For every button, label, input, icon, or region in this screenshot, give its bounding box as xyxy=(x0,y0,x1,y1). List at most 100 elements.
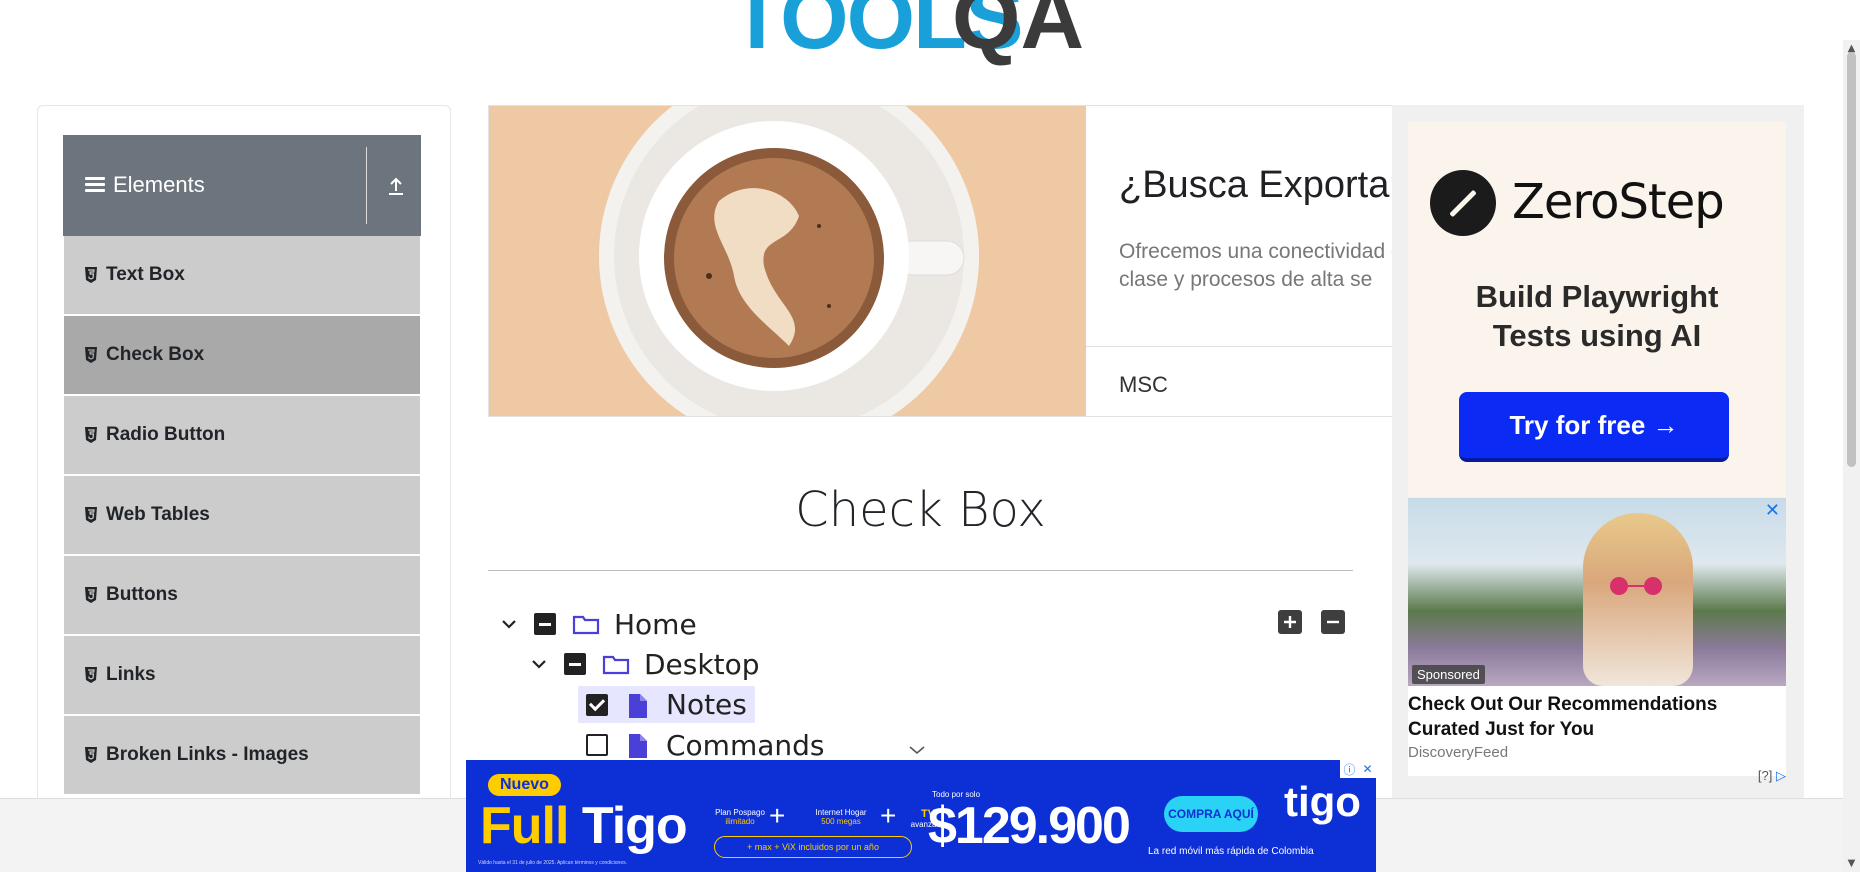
coffee-cup-image xyxy=(489,106,1086,416)
tigo-brand: tigo xyxy=(1284,778,1361,825)
tree-node-notes[interactable]: Notes xyxy=(578,686,755,723)
title-part: Tigo xyxy=(581,797,688,855)
banner-title: ¿Busca Exportar xyxy=(1119,164,1393,206)
sidebar-item-label: Web Tables xyxy=(106,504,210,525)
zerostep-brand: ZeroStep xyxy=(1512,174,1725,230)
file-icon xyxy=(624,733,652,758)
title-part: Full xyxy=(480,797,569,855)
title-divider xyxy=(488,570,1353,571)
compra-aqui-button[interactable]: COMPRA AQUÍ xyxy=(1164,796,1258,832)
plus-icon xyxy=(1284,616,1296,628)
tree-label[interactable]: Home xyxy=(614,608,697,641)
scrollbar-thumb[interactable] xyxy=(1847,52,1856,467)
price: $129.900 xyxy=(928,797,1131,855)
sidebar-item-broken-links[interactable]: Broken Links - Images xyxy=(64,716,420,794)
zerostep-tagline: Build Playwright Tests using AI xyxy=(1408,277,1786,355)
sidebar-item-radio-button[interactable]: Radio Button xyxy=(64,396,420,474)
sidebar-item-buttons[interactable]: Buttons xyxy=(64,556,420,634)
sidebar-item-check-box[interactable]: Check Box xyxy=(64,316,420,394)
banner-description: Ofrecemos una conectividad de clase y pr… xyxy=(1119,240,1393,291)
tree-node-home[interactable]: Home xyxy=(498,606,697,642)
zerostep-ad[interactable]: ZeroStep Build Playwright Tests using AI… xyxy=(1408,122,1786,497)
toolsqa-logo[interactable]: TOOLS QA xyxy=(730,0,1130,67)
sidebar-item-label: Links xyxy=(106,664,156,685)
tagline-line: Tests using AI xyxy=(1492,318,1702,353)
sponsored-headline[interactable]: Check Out Our Recommendations Curated Ju… xyxy=(1408,692,1786,742)
headline-line: Curated Just for You xyxy=(1408,719,1595,740)
html5-icon xyxy=(82,505,100,525)
folder-icon xyxy=(572,612,600,636)
woman-figure xyxy=(1583,513,1693,686)
internet-line: Internet Hogar xyxy=(815,808,867,817)
elements-menu: Text Box Check Box Radio Button Web Tabl… xyxy=(64,236,420,796)
fine-print: Válido hasta el 31 de julio de 2025. Apl… xyxy=(478,860,627,866)
adchoices-icon[interactable]: ⓘ xyxy=(1343,761,1355,778)
sidebar-item-label: Check Box xyxy=(106,344,205,365)
tree-label[interactable]: Desktop xyxy=(644,648,759,681)
headline-line: Check Out Our Recommendations xyxy=(1408,694,1718,715)
commands-checkbox[interactable] xyxy=(586,734,608,756)
plus-sign: + xyxy=(880,800,897,831)
page-title: Check Box xyxy=(795,482,1046,538)
chevron-down-icon[interactable] xyxy=(908,741,926,760)
adchoices-link[interactable]: [?] ▷ xyxy=(1758,768,1786,784)
internet-line: 500 megas xyxy=(821,817,861,826)
group-title: Elements xyxy=(113,172,205,197)
tigo-bottom-ad[interactable]: Nuevo Full Tigo Plan Pospago ilimitado + … xyxy=(466,760,1376,872)
adchoices-icon: ▷ xyxy=(1776,768,1786,783)
html5-icon xyxy=(82,665,100,685)
desktop-checkbox[interactable] xyxy=(564,653,586,675)
plus-sign: + xyxy=(769,800,786,831)
close-icon[interactable]: ✕ xyxy=(1362,762,1372,776)
minus-icon xyxy=(1327,620,1339,624)
expand-all-button[interactable] xyxy=(1278,610,1302,634)
file-icon xyxy=(624,693,652,718)
notes-checkbox[interactable] xyxy=(586,693,608,716)
sidebar-item-links[interactable]: Links xyxy=(64,636,420,714)
zerostep-logo-icon xyxy=(1430,170,1496,236)
sponsored-image: Sponsored ✕ xyxy=(1408,498,1786,686)
folder-icon xyxy=(602,652,630,676)
banner-ad[interactable]: ¿Busca Exportar Ofrecemos una conectivid… xyxy=(488,105,1393,417)
plan-label: Plan Pospago ilimitado xyxy=(710,808,770,826)
html5-icon xyxy=(82,745,100,765)
sidebar-item-label: Radio Button xyxy=(106,424,226,445)
page-scrollbar[interactable]: ▲ ▼ xyxy=(1843,40,1860,872)
chevron-down-icon[interactable] xyxy=(498,613,520,635)
tagline-line: Build Playwright xyxy=(1475,279,1719,314)
tigo-tagline: La red móvil más rápida de Colombia xyxy=(1148,846,1314,857)
logo-accent: QA xyxy=(952,0,1084,67)
tree-label[interactable]: Notes xyxy=(666,688,747,721)
home-checkbox[interactable] xyxy=(534,613,556,635)
streaming-pill: + max + ViX incluidos por un año xyxy=(714,836,912,858)
sidebar-item-web-tables[interactable]: Web Tables xyxy=(64,476,420,554)
tree-node-desktop[interactable]: Desktop xyxy=(528,646,759,682)
tree-node-commands[interactable]: Commands xyxy=(586,727,825,763)
ad-controls[interactable]: ⓘ ✕ xyxy=(1340,760,1376,778)
html5-icon xyxy=(82,265,100,285)
sidebar-item-label: Buttons xyxy=(106,584,178,605)
sponsored-ad[interactable]: Sponsored ✕ Check Out Our Recommendation… xyxy=(1408,498,1786,783)
sunglasses-shape xyxy=(1610,577,1662,595)
header-divider xyxy=(366,147,367,224)
internet-label: Internet Hogar 500 megas xyxy=(806,808,876,826)
tree-label[interactable]: Commands xyxy=(666,729,825,762)
sponsored-badge: Sponsored xyxy=(1412,665,1485,684)
adchoices-text: [?] xyxy=(1757,768,1773,783)
sidebar-item-label: Text Box xyxy=(106,264,185,285)
plan-line: ilimitado xyxy=(725,817,755,826)
scroll-down-arrow-icon[interactable]: ▼ xyxy=(1843,855,1860,872)
html5-icon xyxy=(82,585,100,605)
html5-icon xyxy=(82,425,100,445)
banner-divider xyxy=(1086,346,1392,347)
try-for-free-button[interactable]: Try for free → xyxy=(1459,392,1729,462)
close-icon[interactable]: ✕ xyxy=(1765,500,1780,521)
sponsored-source: DiscoveryFeed xyxy=(1408,744,1509,761)
collapse-all-button[interactable] xyxy=(1321,610,1345,634)
elements-group-header[interactable]: Elements xyxy=(63,135,421,236)
collapse-up-icon[interactable] xyxy=(386,175,406,197)
banner-brand: MSC xyxy=(1119,372,1168,397)
nuevo-badge: Nuevo xyxy=(488,774,561,796)
chevron-down-icon[interactable] xyxy=(528,653,550,675)
sidebar-item-text-box[interactable]: Text Box xyxy=(64,236,420,314)
